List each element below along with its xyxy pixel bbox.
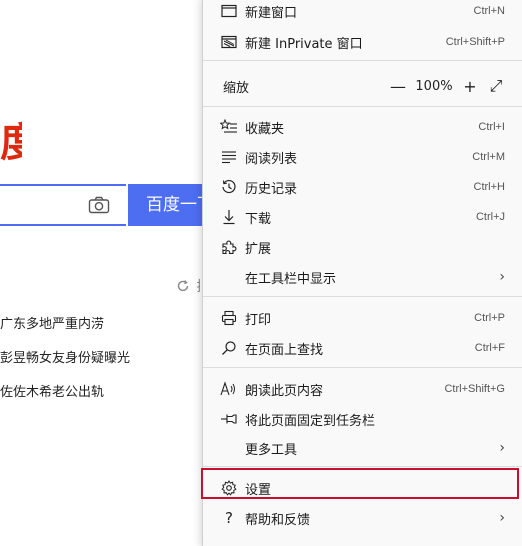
shortcut-text: Ctrl+J xyxy=(475,211,505,223)
menu-item-history[interactable]: 历史记录 Ctrl+H xyxy=(203,172,522,202)
history-icon xyxy=(219,177,239,197)
menu-divider xyxy=(203,367,522,368)
menu-item-find-on-page[interactable]: 在页面上查找 Ctrl+F xyxy=(203,333,522,363)
shortcut-text: Ctrl+M xyxy=(472,151,505,163)
reading-list-icon xyxy=(219,147,239,167)
menu-item-label: 在页面上查找 xyxy=(245,342,324,358)
menu-item-label: 阅读列表 xyxy=(245,151,298,167)
search-button[interactable]: 百度一下 xyxy=(128,184,208,226)
menu-item-settings[interactable]: 设置 xyxy=(203,473,522,503)
menu-item-reading-list[interactable]: 阅读列表 Ctrl+M xyxy=(203,142,522,172)
menu-item-favorites[interactable]: 收藏夹 Ctrl+I xyxy=(203,112,522,142)
window-icon xyxy=(219,1,239,21)
puzzle-icon xyxy=(219,237,239,257)
menu-item-label: 新建窗口 xyxy=(245,5,298,21)
shortcut-text: Ctrl+I xyxy=(478,121,505,133)
menu-item-print[interactable]: 打印 Ctrl+P xyxy=(203,303,522,333)
zoom-controls: — 100% + ⤢ xyxy=(385,76,509,96)
menu-item-new-window[interactable]: 新建窗口 Ctrl+N xyxy=(203,0,522,26)
inprivate-window-icon xyxy=(219,32,239,52)
favorites-icon xyxy=(219,117,239,137)
menu-item-help-feedback[interactable]: ? 帮助和反馈 › xyxy=(203,503,522,533)
shortcut-text: Ctrl+Shift+P xyxy=(445,36,505,48)
browser-settings-menu: 新建窗口 Ctrl+N 新建 InPrivate 窗口 Ctrl+Shift+P… xyxy=(201,0,522,546)
camera-icon[interactable] xyxy=(88,196,110,214)
menu-item-read-aloud[interactable]: 朗读此页内容 Ctrl+Shift+G xyxy=(203,374,522,404)
menu-item-label: 打印 xyxy=(245,312,272,328)
menu-item-show-in-toolbar[interactable]: 在工具栏中显示 › xyxy=(203,262,522,292)
menu-item-label: 新建 InPrivate 窗口 xyxy=(245,36,363,52)
menu-item-label: 收藏夹 xyxy=(245,121,285,137)
news-item[interactable]: 佐佐木希老公出轨 xyxy=(0,381,200,400)
menu-item-zoom: 缩放 — 100% + ⤢ xyxy=(203,71,522,101)
menu-item-label: 更多工具 xyxy=(245,442,298,458)
shortcut-text: Ctrl+F xyxy=(474,342,505,354)
shortcut-text: Ctrl+P xyxy=(474,312,505,324)
menu-divider xyxy=(203,296,522,297)
fullscreen-icon[interactable]: ⤢ xyxy=(483,76,509,96)
menu-item-label: 扩展 xyxy=(245,241,272,257)
zoom-in-button[interactable]: + xyxy=(457,77,483,96)
menu-item-more-tools[interactable]: 更多工具 › xyxy=(203,433,522,463)
menu-item-label: 在工具栏中显示 xyxy=(245,271,337,287)
menu-item-label: 设置 xyxy=(245,482,272,498)
zoom-out-button[interactable]: — xyxy=(385,77,411,96)
zoom-level: 100% xyxy=(415,78,453,94)
download-icon xyxy=(219,207,239,227)
refresh-label: 换 xyxy=(196,276,200,292)
read-aloud-icon xyxy=(219,379,239,399)
menu-divider xyxy=(203,106,522,107)
menu-item-extensions[interactable]: 扩展 xyxy=(203,232,522,262)
gear-icon xyxy=(219,478,239,498)
baidu-logo-fragment: 度 xyxy=(0,120,22,166)
menu-divider xyxy=(203,60,522,61)
shortcut-text: Ctrl+Shift+G xyxy=(444,383,505,395)
menu-item-label: 历史记录 xyxy=(245,181,298,197)
news-item[interactable]: 广东多地严重内涝 xyxy=(0,313,200,332)
search-icon xyxy=(219,338,239,358)
menu-item-label: 将此页面固定到任务栏 xyxy=(245,413,376,429)
question-icon: ? xyxy=(225,509,233,527)
menu-divider xyxy=(203,466,522,467)
printer-icon xyxy=(219,308,239,328)
menu-item-label: 下载 xyxy=(245,211,272,227)
shortcut-text: Ctrl+H xyxy=(473,181,505,193)
pin-icon xyxy=(219,409,239,429)
menu-item-downloads[interactable]: 下载 Ctrl+J xyxy=(203,202,522,232)
menu-item-label: 朗读此页内容 xyxy=(245,383,324,399)
menu-item-label: 帮助和反馈 xyxy=(245,512,311,528)
chevron-right-icon: › xyxy=(499,510,505,526)
chevron-right-icon: › xyxy=(499,440,505,456)
menu-item-new-inprivate[interactable]: 新建 InPrivate 窗口 Ctrl+Shift+P xyxy=(203,27,522,57)
menu-item-pin-to-taskbar[interactable]: 将此页面固定到任务栏 xyxy=(203,404,522,434)
shortcut-text: Ctrl+N xyxy=(473,5,505,17)
news-item[interactable]: 彭昱畅女友身份疑曝光 xyxy=(0,347,200,366)
zoom-label: 缩放 xyxy=(223,80,250,96)
refresh-icon[interactable]: 换 xyxy=(176,276,200,292)
chevron-right-icon: › xyxy=(499,269,505,285)
